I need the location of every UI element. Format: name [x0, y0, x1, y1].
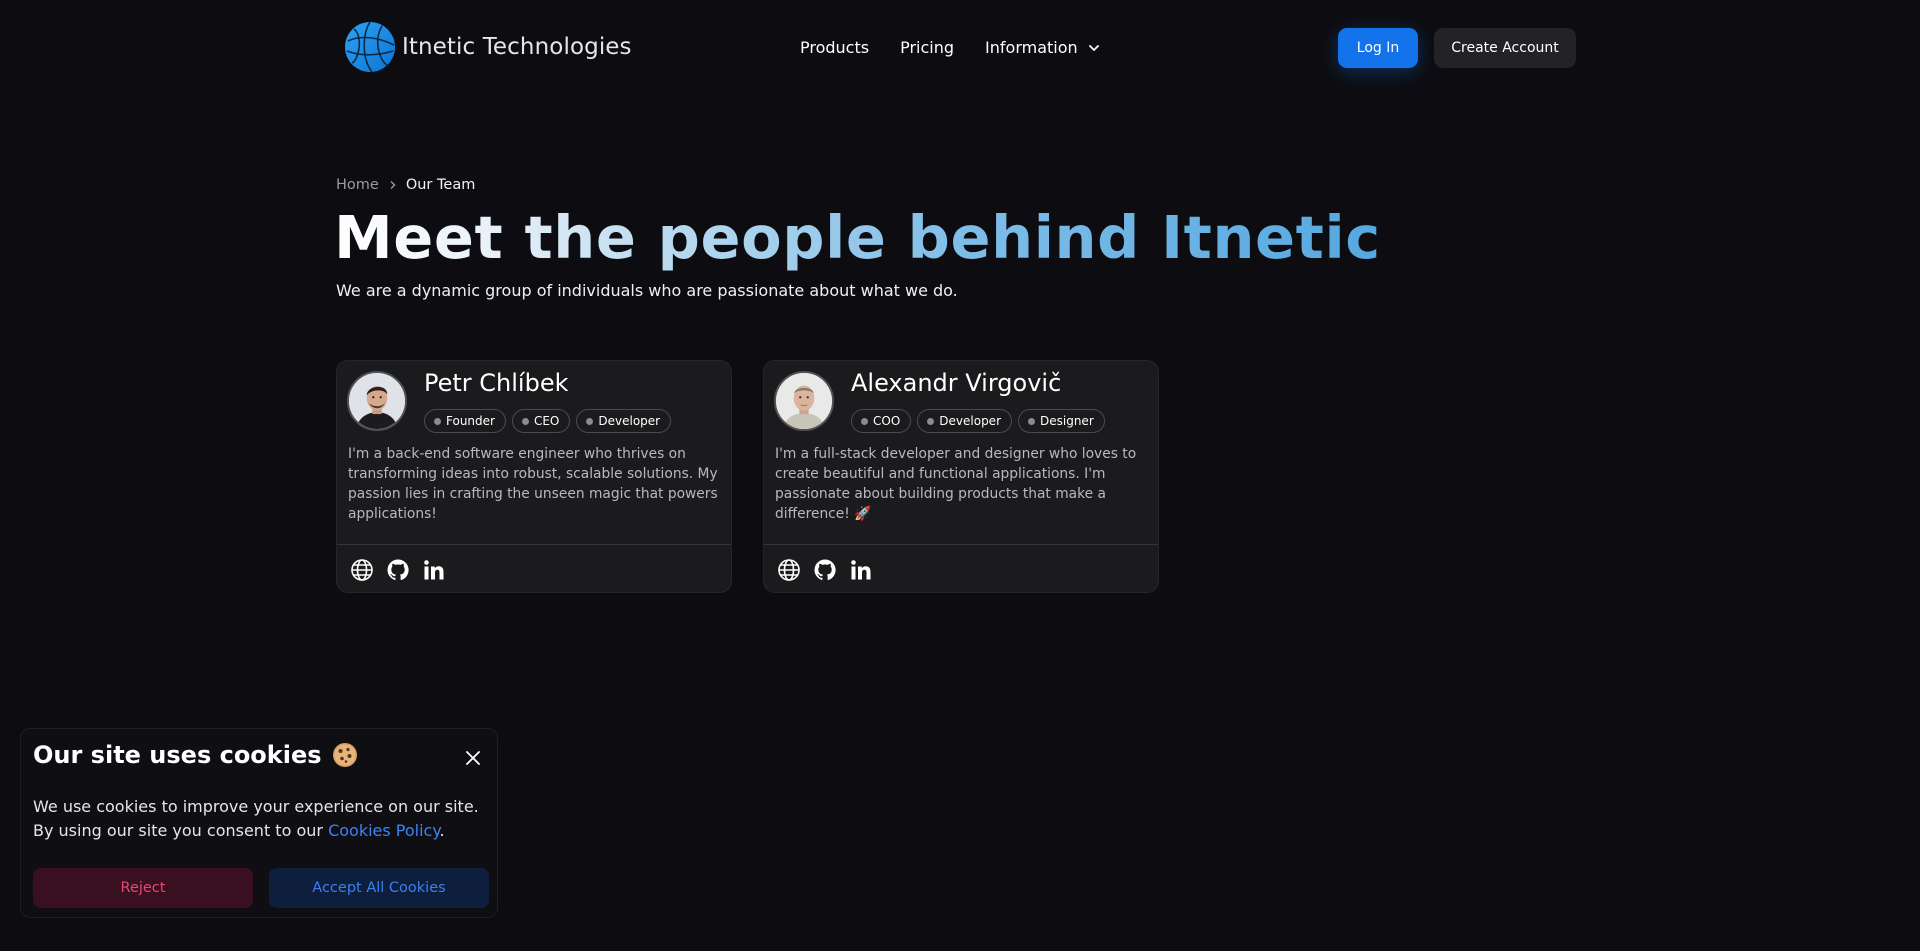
team-member-card: Petr Chlíbek Founder CEO Developer I'm a…: [336, 360, 732, 593]
github-icon[interactable]: [385, 557, 411, 583]
page: Itnetic Technologies Products Pricing In…: [0, 0, 1920, 951]
cookie-message: We use cookies to improve your experienc…: [33, 795, 493, 843]
linkedin-icon[interactable]: [848, 557, 874, 583]
member-bio: I'm a full-stack developer and designer …: [775, 446, 1137, 522]
team-member-card: Alexandr Virgovič COO Developer Designer…: [763, 360, 1159, 593]
role-tag: Developer: [576, 409, 672, 433]
page-title: Meet the people behind Itnetic: [334, 200, 1381, 276]
brand-link[interactable]: Itnetic Technologies: [344, 21, 632, 73]
login-button[interactable]: Log In: [1338, 28, 1418, 68]
role-tags: COO Developer Designer: [851, 409, 1111, 433]
role-tag-label: Designer: [1040, 414, 1094, 428]
role-tag: Designer: [1018, 409, 1105, 433]
role-tag-label: Developer: [598, 414, 661, 428]
dot-icon: [861, 417, 868, 425]
dot-icon: [586, 417, 594, 425]
divider: [337, 544, 731, 545]
role-tag: Developer: [917, 409, 1012, 433]
role-tag-label: COO: [873, 414, 901, 428]
globe-icon[interactable]: [349, 557, 375, 583]
cookie-icon: [332, 743, 357, 767]
globe-icon[interactable]: [776, 557, 802, 583]
avatar: [347, 371, 407, 431]
close-icon[interactable]: [461, 746, 485, 770]
nav-pricing[interactable]: Pricing: [900, 37, 954, 59]
cookie-title-text: Our site uses cookies: [33, 741, 322, 769]
chevron-down-icon: [1088, 45, 1099, 51]
role-tag-label: Developer: [939, 414, 1001, 428]
dot-icon: [927, 417, 935, 425]
role-tag: CEO: [511, 409, 571, 433]
breadcrumb-home[interactable]: Home: [336, 177, 379, 193]
role-tags: Founder CEO Developer: [424, 409, 677, 433]
chevron-right-icon: [389, 180, 397, 190]
reject-cookies-button[interactable]: Reject: [33, 868, 253, 908]
breadcrumb-current: Our Team: [405, 177, 476, 193]
role-tag-label: CEO: [533, 414, 560, 428]
accept-cookies-button[interactable]: Accept All Cookies: [269, 868, 489, 908]
linkedin-icon[interactable]: [421, 557, 447, 583]
social-links: [776, 557, 884, 583]
dot-icon: [521, 417, 529, 425]
brand-name: Itnetic Technologies: [402, 34, 632, 60]
github-icon[interactable]: [812, 557, 838, 583]
role-tag: Founder: [424, 409, 506, 433]
role-tag: COO: [851, 409, 912, 433]
member-bio: I'm a back-end software engineer who thr…: [348, 446, 718, 522]
page-subtitle: We are a dynamic group of individuals wh…: [336, 281, 958, 300]
social-links: [349, 557, 457, 583]
cookie-message-period: .: [439, 821, 445, 840]
cookie-banner: Our site uses cookies We use cookies to …: [20, 728, 498, 918]
cookie-title: Our site uses cookies: [33, 741, 358, 769]
create-account-button[interactable]: Create Account: [1434, 28, 1576, 68]
member-name: Petr Chlíbek: [424, 369, 569, 397]
breadcrumb: Home Our Team: [336, 177, 475, 193]
member-name: Alexandr Virgovič: [851, 369, 1062, 397]
divider: [764, 544, 1158, 545]
role-tag-label: Founder: [446, 414, 495, 428]
nav-information-label: Information: [985, 38, 1078, 57]
avatar: [774, 371, 834, 431]
cookies-policy-link[interactable]: Cookies Policy: [328, 821, 439, 840]
main-nav: Products Pricing Information: [800, 37, 1100, 59]
dot-icon: [1028, 417, 1035, 425]
nav-products[interactable]: Products: [800, 37, 869, 59]
globe-logo-icon: [345, 21, 395, 73]
nav-information-dropdown[interactable]: Information: [985, 37, 1100, 59]
dot-icon: [434, 417, 441, 425]
site-header: Itnetic Technologies Products Pricing In…: [0, 0, 1920, 96]
